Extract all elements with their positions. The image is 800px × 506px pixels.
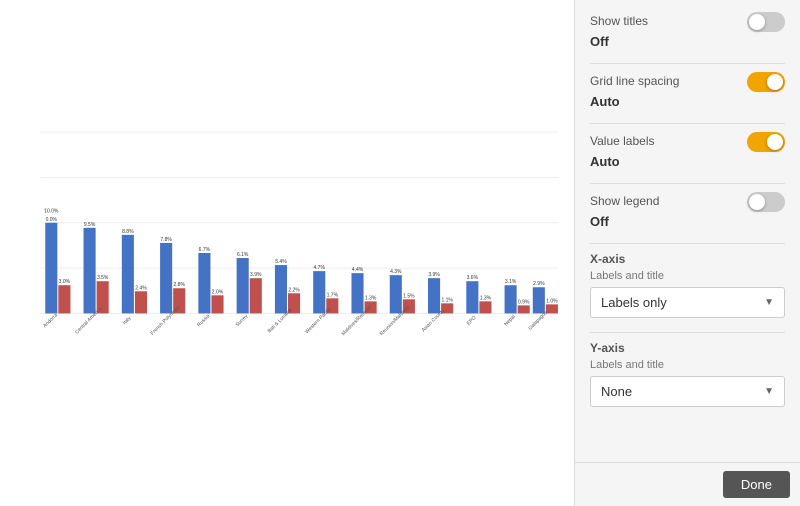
y-axis-selected-value: None xyxy=(601,384,632,399)
svg-text:2.8%: 2.8% xyxy=(174,282,186,288)
svg-text:0.0%: 0.0% xyxy=(46,217,58,223)
svg-text:6.1%: 6.1% xyxy=(237,252,249,258)
divider-5 xyxy=(590,332,785,333)
show-titles-setting: Show titles Off xyxy=(590,12,785,49)
svg-text:4.4%: 4.4% xyxy=(352,267,364,273)
svg-text:2.2%: 2.2% xyxy=(288,287,300,293)
svg-text:2.4%: 2.4% xyxy=(135,285,147,291)
settings-panel: Show titles Off Grid line spacing Auto V… xyxy=(575,0,800,506)
x-axis-section-label: X-axis xyxy=(590,252,785,266)
svg-text:Surrey: Surrey xyxy=(235,313,250,328)
svg-text:1.7%: 1.7% xyxy=(327,292,339,298)
divider-3 xyxy=(590,183,785,184)
divider-1 xyxy=(590,63,785,64)
svg-text:1.5%: 1.5% xyxy=(403,293,415,299)
svg-text:0.9%: 0.9% xyxy=(518,299,530,305)
grid-line-spacing-value: Auto xyxy=(590,94,785,109)
value-labels-setting: Value labels Auto xyxy=(590,132,785,169)
svg-text:10.0%: 10.0% xyxy=(44,209,59,215)
svg-text:2.0%: 2.0% xyxy=(212,289,224,295)
svg-text:1.3%: 1.3% xyxy=(480,295,492,301)
y-axis-chevron-down-icon: ▼ xyxy=(764,386,774,397)
x-axis-sub-label: Labels and title xyxy=(590,270,785,282)
svg-text:4.3%: 4.3% xyxy=(390,269,402,275)
svg-text:6.7%: 6.7% xyxy=(199,247,211,253)
svg-text:Nepal: Nepal xyxy=(503,314,517,328)
svg-text:Italy: Italy xyxy=(122,315,133,326)
show-legend-toggle[interactable] xyxy=(747,192,785,212)
x-axis-dropdown[interactable]: Labels only ▼ xyxy=(590,287,785,318)
svg-text:3.1%: 3.1% xyxy=(505,279,517,285)
svg-text:3.9%: 3.9% xyxy=(428,272,440,278)
show-legend-label: Show legend xyxy=(590,194,659,208)
value-labels-value: Auto xyxy=(590,154,785,169)
x-axis-chevron-down-icon: ▼ xyxy=(764,297,774,308)
svg-text:7.8%: 7.8% xyxy=(160,237,172,243)
show-titles-toggle[interactable] xyxy=(747,12,785,32)
grid-line-spacing-toggle[interactable] xyxy=(747,72,785,92)
done-button-area: Done xyxy=(575,462,800,506)
svg-text:2.9%: 2.9% xyxy=(533,281,545,287)
grid-line-spacing-setting: Grid line spacing Auto xyxy=(590,72,785,109)
divider-2 xyxy=(590,123,785,124)
svg-text:Russia: Russia xyxy=(196,313,211,328)
show-titles-value: Off xyxy=(590,34,785,49)
y-axis-section-label: Y-axis xyxy=(590,341,785,355)
value-labels-label: Value labels xyxy=(590,134,655,148)
grid-line-spacing-label: Grid line spacing xyxy=(590,74,679,88)
svg-text:1.1%: 1.1% xyxy=(441,297,453,303)
chart-area: 0.0% 10.0% 3.0% Andorra 9.5% 3.5% Centra… xyxy=(0,0,575,506)
y-axis-sub-label: Labels and title xyxy=(590,359,785,371)
bar-chart: 0.0% 10.0% 3.0% Andorra 9.5% 3.5% Centra… xyxy=(10,20,564,486)
svg-text:1.0%: 1.0% xyxy=(546,298,558,304)
y-axis-dropdown[interactable]: None ▼ xyxy=(590,376,785,407)
show-titles-label: Show titles xyxy=(590,14,648,28)
value-labels-toggle[interactable] xyxy=(747,132,785,152)
x-axis-setting: X-axis Labels and title Labels only ▼ xyxy=(590,252,785,318)
svg-text:Andorra: Andorra xyxy=(42,312,59,329)
done-button[interactable]: Done xyxy=(723,471,790,498)
svg-text:4.7%: 4.7% xyxy=(314,265,326,271)
show-legend-setting: Show legend Off xyxy=(590,192,785,229)
svg-text:3.5%: 3.5% xyxy=(97,275,109,281)
divider-4 xyxy=(590,243,785,244)
y-axis-setting: Y-axis Labels and title None ▼ xyxy=(590,341,785,407)
y-axis-dropdown-container: None ▼ xyxy=(590,376,785,407)
svg-text:3.0%: 3.0% xyxy=(59,279,71,285)
svg-text:3.6%: 3.6% xyxy=(467,275,479,281)
svg-text:EPO: EPO xyxy=(466,315,478,327)
svg-text:9.5%: 9.5% xyxy=(84,222,96,228)
x-axis-dropdown-container: Labels only ▼ xyxy=(590,287,785,318)
svg-text:3.9%: 3.9% xyxy=(250,272,262,278)
svg-text:5.4%: 5.4% xyxy=(275,259,287,265)
svg-text:8.8%: 8.8% xyxy=(122,229,134,235)
show-legend-value: Off xyxy=(590,214,785,229)
x-axis-selected-value: Labels only xyxy=(601,295,667,310)
svg-text:1.3%: 1.3% xyxy=(365,295,377,301)
